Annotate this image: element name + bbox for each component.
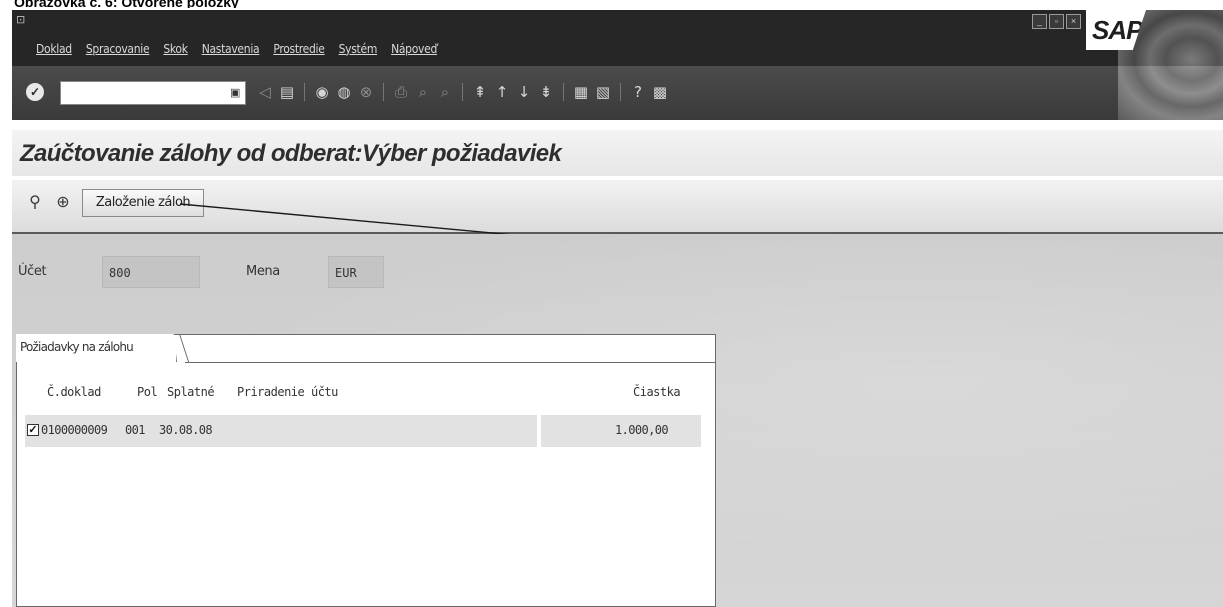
col-header-amount[interactable]: Čiastka (633, 385, 681, 399)
main-area: Účet 800 Mena EUR Požiadavky na zálohu Č… (12, 234, 1223, 607)
toolbar-separator (563, 83, 564, 101)
person-icon[interactable]: ⚲ (24, 190, 46, 214)
print-icon[interactable]: ⎙ (392, 82, 410, 102)
standard-toolbar: ✓ ▣ ◁ ▤ ◉ ◍ ⊗ ⎙ ⌕ ⌕ ⇞ ↑ ↓ ⇟ ▦ ▧ ? ▩ (12, 66, 1118, 120)
new-session-icon[interactable]: ▦ (572, 82, 590, 102)
toolbar-separator (462, 83, 463, 101)
menu-skok[interactable]: Skok (163, 42, 188, 56)
back-icon[interactable]: ◉ (313, 82, 331, 102)
exit-icon[interactable]: ◍ (335, 82, 353, 102)
window-controls: _ ▫ × (1032, 14, 1081, 29)
find-icon[interactable]: ⌕ (414, 82, 432, 102)
menu-prostredie[interactable]: Prostredie (273, 42, 325, 56)
enter-check-icon[interactable]: ✓ (26, 83, 44, 101)
toolbar-separator (304, 83, 305, 101)
cell-doc-number: 0100000009 (41, 423, 108, 437)
currency-field[interactable]: EUR (328, 256, 384, 288)
col-header-due-date[interactable]: Splatné (167, 385, 215, 399)
first-page-icon[interactable]: ⇞ (471, 82, 489, 102)
back-arrow-icon[interactable]: ◁ (256, 82, 274, 102)
toolbar-separator (383, 83, 384, 101)
toolbar-icons: ◁ ▤ ◉ ◍ ⊗ ⎙ ⌕ ⌕ ⇞ ↑ ↓ ⇟ ▦ ▧ ? ▩ (256, 82, 669, 102)
help-icon[interactable]: ? (629, 82, 647, 102)
toolbar-separator (620, 83, 621, 101)
title-bar: Zaúčtovanie zálohy od odberat:Výber poži… (12, 130, 1223, 176)
last-page-icon[interactable]: ⇟ (537, 82, 555, 102)
application-toolbar: ⚲ ⊕ Založenie záloh (12, 180, 1223, 234)
shortcut-icon[interactable]: ▧ (594, 82, 612, 102)
down-payment-requests-panel: Požiadavky na zálohu Č.doklad Pol Splatn… (16, 334, 716, 607)
find-next-icon[interactable]: ⌕ (436, 82, 454, 102)
close-icon[interactable]: × (1066, 14, 1081, 29)
command-field[interactable] (60, 81, 246, 105)
menu-doklad[interactable]: Doklad (36, 42, 72, 56)
col-header-assignment[interactable]: Priradenie účtu (237, 385, 338, 399)
restore-icon[interactable]: ▫ (1049, 14, 1064, 29)
panel-tab-underline (185, 362, 715, 363)
menu-nastavenia[interactable]: Nastavenia (202, 42, 260, 56)
create-down-payment-button[interactable]: Založenie záloh (82, 189, 204, 217)
screen-caption: Obrazovka č. 6: Otvorené položky (14, 0, 239, 8)
system-menu-icon[interactable]: ⊡ (16, 13, 25, 26)
minimize-icon[interactable]: _ (1032, 14, 1047, 29)
menu-napoveda[interactable]: Nápoveď (391, 42, 437, 56)
save-icon[interactable]: ▤ (278, 82, 296, 102)
currency-label: Mena (246, 264, 280, 279)
cell-due-date: 30.08.08 (159, 423, 213, 437)
layout-menu-icon[interactable]: ▩ (651, 82, 669, 102)
account-field[interactable]: 800 (102, 256, 200, 288)
row-checkbox[interactable]: ✓ (27, 424, 39, 436)
page-title: Zaúčtovanie zálohy od odberat:Výber poži… (20, 140, 562, 167)
previous-page-icon[interactable]: ↑ (493, 82, 511, 102)
panel-tab[interactable]: Požiadavky na zálohu (16, 334, 177, 362)
col-header-item[interactable]: Pol (137, 385, 158, 399)
menu-spracovanie[interactable]: Spracovanie (86, 42, 150, 56)
select-detail-icon[interactable]: ⊕ (52, 190, 74, 214)
table-row[interactable]: ✓ 0100000009 001 30.08.08 1.000,00 (25, 415, 701, 447)
command-history-icon[interactable]: ▣ (230, 85, 240, 101)
next-page-icon[interactable]: ↓ (515, 82, 533, 102)
col-header-doc-number[interactable]: Č.doklad (47, 385, 101, 399)
account-label: Účet (18, 264, 47, 279)
cancel-icon[interactable]: ⊗ (357, 82, 375, 102)
menu-items: Doklad Spracovanie Skok Nastavenia Prost… (36, 42, 437, 56)
cell-amount: 1.000,00 (615, 423, 669, 437)
cell-item: 001 (125, 423, 145, 437)
menu-system[interactable]: Systém (339, 42, 378, 56)
menu-bar: ⊡ Doklad Spracovanie Skok Nastavenia Pro… (12, 10, 1223, 66)
